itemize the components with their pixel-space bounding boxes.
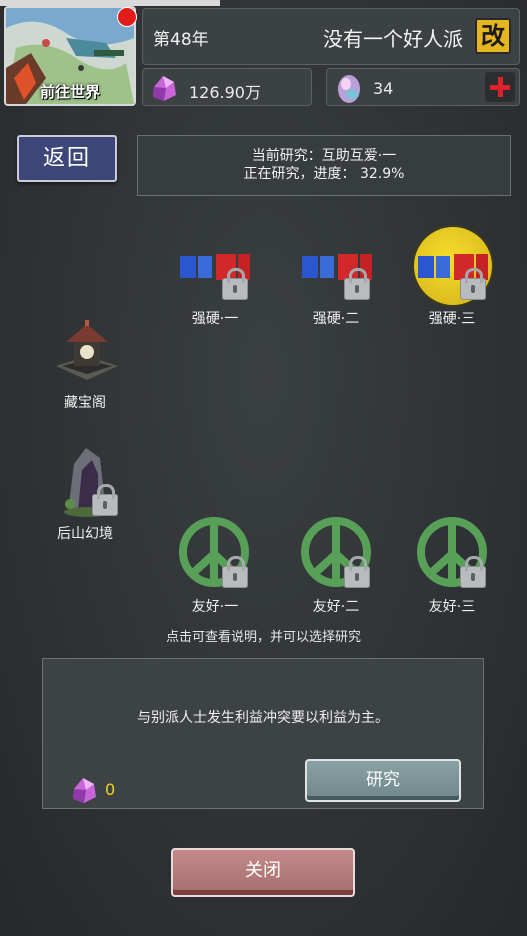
hard-node-1[interactable] [176, 244, 254, 302]
lock-icon [344, 268, 370, 300]
hard-node-1-label: 强硬·一 [191, 311, 239, 327]
research-cost: 0 [105, 780, 116, 799]
research-status-panel: 当前研究：互助互爱·一 正在研究，进度： 32.9% [137, 135, 511, 196]
close-button[interactable]: 关闭 [171, 848, 355, 897]
lock-icon [460, 556, 486, 588]
money-panel: 126.90万 [142, 68, 312, 106]
friend-node-3-label: 友好·三 [428, 599, 476, 615]
spirit-stone-icon [153, 76, 176, 101]
back-button[interactable]: 返回 [17, 135, 117, 182]
rename-button[interactable]: 改 [475, 18, 511, 54]
hard-node-3-label: 强硬·三 [428, 311, 476, 327]
lock-icon [344, 556, 370, 588]
hint-text: 点击可查看说明，并可以选择研究 [165, 630, 361, 645]
friend-node-1[interactable] [178, 516, 252, 592]
treasure-pavilion-node[interactable] [52, 318, 122, 384]
lock-icon [222, 268, 248, 300]
friend-node-1-label: 友好·一 [191, 599, 239, 615]
study-button[interactable]: 研究 [305, 759, 461, 802]
research-progress-text: 正在研究，进度： 32.9% [243, 166, 405, 182]
hard-node-2[interactable] [298, 244, 376, 302]
friend-node-2[interactable] [300, 516, 374, 592]
sect-info-panel: 第48年 没有一个好人派 改 [142, 8, 520, 65]
hard-node-2-label: 强硬·二 [312, 311, 360, 327]
money-value: 126.90万 [189, 83, 261, 102]
friend-node-3[interactable] [416, 516, 490, 592]
add-gems-button[interactable] [485, 72, 515, 102]
spirit-stone-icon [73, 778, 96, 803]
world-map-button[interactable]: 前往世界 [4, 6, 136, 106]
current-research-text: 当前研究：互助互爱·一 [251, 148, 397, 164]
spirit-egg-icon [338, 75, 360, 103]
friend-node-2-label: 友好·二 [312, 599, 360, 615]
year-label: 第48年 [153, 30, 209, 50]
lock-icon [460, 268, 486, 300]
world-button-label: 前往世界 [39, 83, 100, 101]
research-description: 与别派人士发生利益冲突要以利益为主。 [137, 710, 389, 726]
gem-panel: 34 [326, 68, 520, 106]
research-detail-panel: 与别派人士发生利益冲突要以利益为主。 0 研究 [42, 658, 484, 809]
treasure-pavilion-label: 藏宝阁 [64, 395, 106, 411]
pavilion-icon [56, 320, 118, 380]
hard-node-3[interactable] [414, 244, 492, 302]
back-mountain-node[interactable] [60, 444, 122, 518]
lock-icon [92, 484, 118, 516]
notification-dot [117, 7, 137, 27]
gem-value: 34 [373, 79, 394, 98]
sect-name: 没有一个好人派 [323, 27, 463, 51]
back-mountain-label: 后山幻境 [57, 526, 113, 542]
lock-icon [222, 556, 248, 588]
